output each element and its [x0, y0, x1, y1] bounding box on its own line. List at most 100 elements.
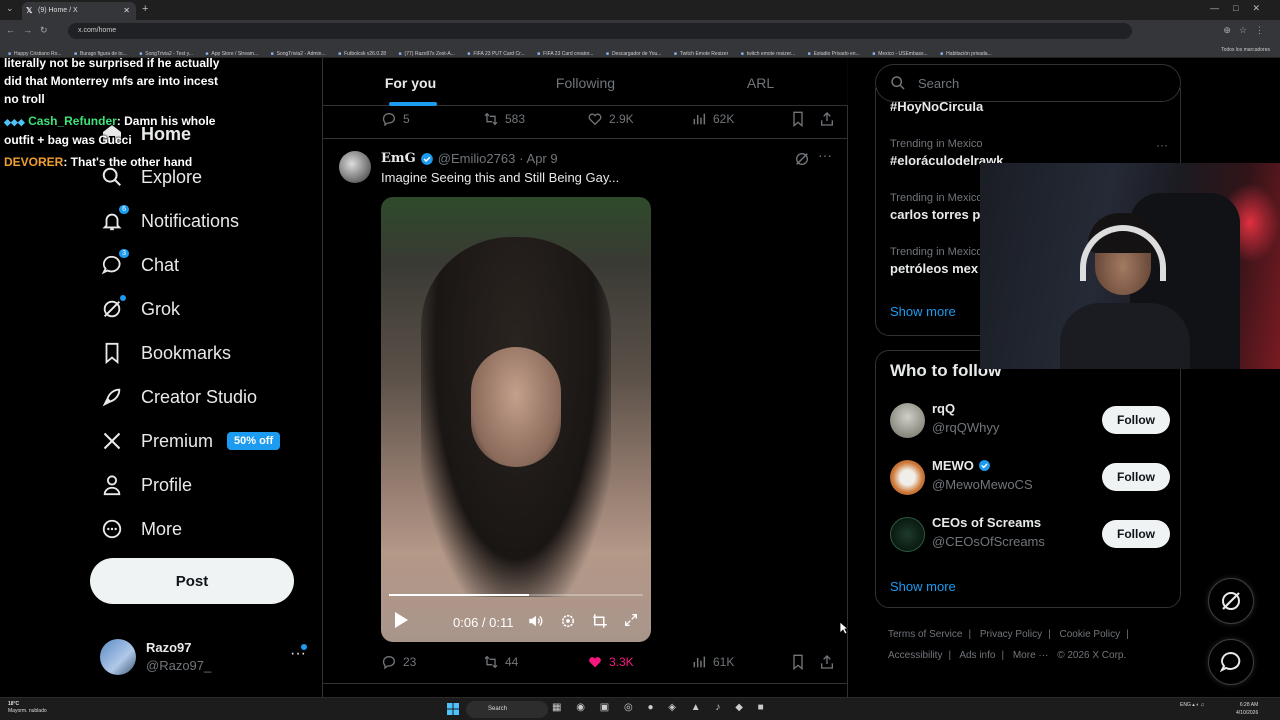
follow-button[interactable]: Follow — [1102, 406, 1170, 434]
author-name[interactable]: EmG — [381, 151, 416, 166]
share-button[interactable] — [819, 654, 841, 670]
bookmark[interactable]: FIFA 23 Card creator... — [537, 46, 593, 57]
show-more-follow-link[interactable]: Show more — [890, 579, 956, 594]
bookmark[interactable]: App Store / Stream... — [205, 46, 258, 57]
repost-button[interactable]: 44 — [483, 654, 518, 670]
bookmark[interactable]: SongTrivia2 - Admin... — [271, 46, 326, 57]
browser-nav-buttons[interactable]: ←→↻ — [6, 25, 56, 36]
all-bookmarks-button[interactable]: Todos los marcadores — [1215, 42, 1270, 57]
fullscreen-icon[interactable] — [623, 612, 639, 628]
taskbar-clock[interactable]: 6:28 AM 4/10/2026 — [1236, 701, 1258, 717]
messages-floating-button[interactable] — [1208, 639, 1254, 685]
window-controls[interactable]: —□✕ — [1210, 3, 1274, 14]
show-more-trends-link[interactable]: Show more — [890, 304, 956, 319]
nav-label: Bookmarks — [141, 342, 232, 363]
bookmark-button[interactable] — [791, 654, 811, 670]
settings-gear-icon[interactable] — [559, 612, 577, 630]
grok-floating-button[interactable] — [1208, 578, 1254, 624]
more-icon[interactable]: ··· — [818, 147, 832, 163]
bookmark[interactable]: SongTrivia2 - Test y... — [139, 46, 193, 57]
nav-label: Profile — [141, 474, 193, 495]
repost-count: 44 — [505, 655, 519, 669]
browser-toolbar-icons[interactable]: ⊕☆⋮ — [1223, 25, 1272, 36]
share-button[interactable] — [819, 111, 841, 127]
reply-button[interactable]: 23 — [381, 654, 416, 670]
taskbar-search[interactable]: Search — [466, 701, 548, 718]
footer-link[interactable]: Terms of Service — [888, 629, 962, 640]
close-tab-icon[interactable]: ✕ — [123, 6, 130, 15]
nav-bookmarks[interactable]: Bookmarks — [100, 335, 231, 371]
nav-more[interactable]: More — [100, 511, 182, 547]
bookmark[interactable]: Habitación privada... — [940, 46, 992, 57]
bookmark[interactable]: Twitch Emote Resizer — [674, 46, 728, 57]
repost-button[interactable]: 583 — [483, 111, 525, 127]
tweet[interactable]: EmG @Emilio2763 · Apr 9 ··· Imagine Seei… — [323, 138, 848, 683]
play-icon[interactable] — [393, 611, 409, 629]
footer-link[interactable]: Cookie Policy — [1060, 629, 1121, 640]
tab-arl[interactable]: ARL — [673, 58, 848, 106]
stream-chat-overlay: literally not be surprised if he actuall… — [4, 58, 224, 175]
footer-link[interactable]: Accessibility — [888, 650, 942, 661]
bookmark[interactable]: (77) Razo97s Zest-A... — [399, 46, 455, 57]
avatar[interactable] — [339, 151, 371, 183]
views-button[interactable]: 61K — [691, 654, 734, 670]
nav-chat[interactable]: 3 Chat — [100, 247, 179, 283]
account-handle: @Razo97_ — [146, 658, 212, 673]
system-tray[interactable]: ENG ▴ ◐ ♫ — [1180, 702, 1204, 708]
nav-profile[interactable]: Profile — [100, 467, 192, 503]
tweet-date[interactable]: · Apr 9 — [519, 151, 557, 166]
bookmark[interactable]: twitch emote resizer... — [741, 46, 795, 57]
search-placeholder: Search — [918, 75, 960, 91]
footer-link[interactable]: More ··· — [1013, 650, 1049, 661]
bookmark[interactable]: Mexico - USEmbass... — [872, 46, 927, 57]
account-switcher[interactable]: Razo97 @Razo97_ ··· — [100, 638, 312, 678]
follow-button[interactable]: Follow — [1102, 520, 1170, 548]
views-button[interactable]: 62K — [691, 111, 734, 127]
post-button[interactable]: Post — [90, 558, 294, 604]
bookmark[interactable]: Descargador de You... — [606, 46, 661, 57]
taskbar-app-icons[interactable]: ▦ ◉ ▣ ◎ ● ◈ ▲ ♪ ◆ ■ — [552, 702, 770, 713]
picture-in-picture-icon[interactable] — [591, 612, 609, 630]
tab-for-you[interactable]: For you — [323, 58, 498, 106]
video-progress-bar[interactable] — [389, 594, 643, 596]
follow-suggestion[interactable]: rqQ @rqQWhyy Follow — [890, 401, 1170, 441]
tab-following[interactable]: Following — [498, 58, 673, 106]
bookmark[interactable]: Happy Cristiano Ro... — [8, 46, 62, 57]
tweet-text: Imagine Seeing this and Still Being Gay.… — [381, 170, 620, 185]
more-icon[interactable]: ··· — [1156, 138, 1168, 152]
search-input[interactable]: Search — [875, 64, 1181, 102]
new-tab-button[interactable]: + — [142, 3, 148, 15]
weather-widget[interactable]: 18°C Mayorm. nublado — [8, 701, 47, 715]
bookmark[interactable]: Burago figura de to... — [74, 46, 127, 57]
follow-button[interactable]: Follow — [1102, 463, 1170, 491]
nav-notifications[interactable]: 6 Notifications — [100, 203, 239, 239]
grok-icon[interactable] — [794, 151, 810, 167]
like-button[interactable]: 2.9K — [587, 111, 634, 127]
footer-link[interactable]: Ads info — [959, 650, 995, 661]
video-player[interactable]: 0:06 / 0:11 — [381, 197, 651, 642]
feed-tabs: For you Following ARL — [323, 58, 848, 106]
next-tweet[interactable] — [323, 683, 848, 697]
windows-start-icon[interactable] — [447, 703, 459, 715]
bookmark-button[interactable] — [791, 111, 811, 127]
nav-premium[interactable]: Premium 50% off — [100, 423, 281, 459]
volume-icon[interactable] — [527, 612, 545, 630]
author-handle[interactable]: @Emilio2763 — [438, 151, 516, 166]
nav-creator-studio[interactable]: Creator Studio — [100, 379, 257, 415]
bookmark[interactable]: Estadio Privado en... — [808, 46, 860, 57]
x-logo-icon — [100, 429, 124, 453]
follow-suggestion[interactable]: CEOs of Screams @CEOsOfScreams Follow — [890, 515, 1170, 555]
tweet-header: EmG @Emilio2763 · Apr 9 — [381, 151, 558, 166]
tab-search-icon[interactable]: ⌄ — [6, 3, 14, 14]
footer-link[interactable]: Privacy Policy — [980, 629, 1042, 640]
browser-tab-active[interactable]: 𝕏 (9) Home / X ✕ — [22, 2, 136, 20]
follow-suggestion[interactable]: MEWO @MewoMewoCS Follow — [890, 458, 1170, 498]
bookmark[interactable]: Futbolcsk v26.0.28 — [338, 46, 386, 57]
address-bar[interactable]: x.com/home — [68, 23, 1132, 39]
reply-button[interactable]: 5 — [381, 111, 410, 127]
repost-icon — [484, 112, 498, 126]
heart-filled-icon — [589, 657, 601, 668]
nav-grok[interactable]: Grok — [100, 291, 180, 327]
bookmark[interactable]: FIFA 23 PUT Card Cr... — [467, 46, 524, 57]
like-button[interactable]: 3.3K — [587, 654, 634, 670]
